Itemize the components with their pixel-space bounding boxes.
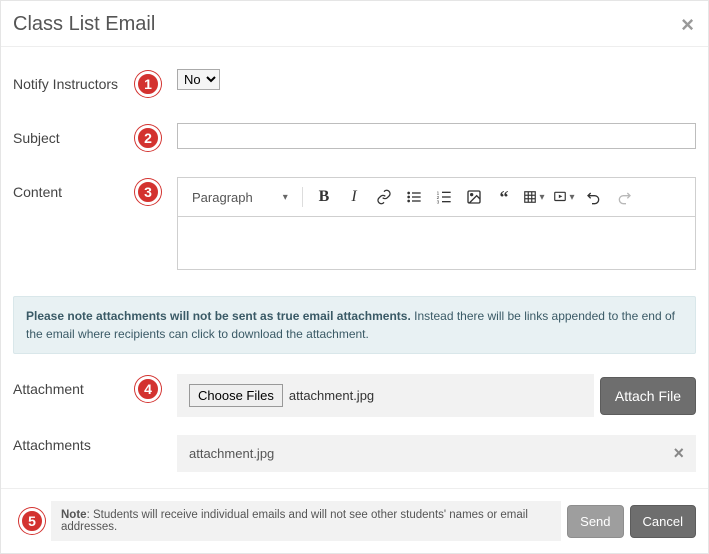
- row-attachments-list: Attachments attachment.jpg ×: [13, 435, 696, 472]
- svg-text:3: 3: [437, 200, 440, 205]
- attachment-item: attachment.jpg ×: [177, 435, 696, 472]
- redo-icon[interactable]: [611, 184, 637, 210]
- class-list-email-modal: Class List Email × Notify Instructors 1 …: [0, 0, 709, 554]
- notify-instructors-label: Notify Instructors: [13, 76, 118, 92]
- send-button[interactable]: Send: [567, 505, 623, 538]
- block-format-value: Paragraph: [192, 190, 253, 205]
- choose-files-button[interactable]: Choose Files: [189, 384, 283, 407]
- subject-input[interactable]: [177, 123, 696, 149]
- callout-badge-2: 2: [135, 125, 161, 151]
- footer-note: Note: Students will receive individual e…: [51, 501, 561, 541]
- modal-footer: 5 Note: Students will receive individual…: [1, 488, 708, 553]
- cancel-button[interactable]: Cancel: [630, 505, 696, 538]
- remove-attachment-icon[interactable]: ×: [673, 443, 684, 464]
- footer-note-rest: : Students will receive individual email…: [61, 509, 528, 533]
- attach-file-button[interactable]: Attach File: [600, 377, 696, 415]
- attachment-note-strong: Please note attachments will not be sent…: [26, 309, 411, 323]
- callout-badge-5: 5: [19, 508, 45, 534]
- media-icon[interactable]: ▾: [551, 184, 577, 210]
- chevron-down-icon: ▾: [539, 192, 544, 203]
- image-icon[interactable]: [461, 184, 487, 210]
- modal-title: Class List Email: [13, 13, 155, 36]
- callout-badge-4: 4: [135, 376, 161, 402]
- footer-note-strong: Note: [61, 509, 87, 521]
- attachments-label: Attachments: [13, 437, 91, 453]
- attachment-note: Please note attachments will not be sent…: [13, 296, 696, 354]
- bullet-list-icon[interactable]: [401, 184, 427, 210]
- callout-badge-1: 1: [135, 71, 161, 97]
- quote-icon[interactable]: “: [491, 184, 517, 210]
- row-content: Content 3 Paragraph ▾ B I: [13, 177, 696, 270]
- chevron-down-icon: ▾: [283, 192, 288, 203]
- modal-body: Notify Instructors 1 No Subject 2 Conten…: [1, 47, 708, 488]
- notify-instructors-select[interactable]: No: [177, 69, 220, 90]
- bold-icon[interactable]: B: [311, 184, 337, 210]
- block-format-select[interactable]: Paragraph ▾: [186, 188, 294, 207]
- editor-toolbar: Paragraph ▾ B I 123: [178, 178, 695, 217]
- attachment-label: Attachment: [13, 381, 84, 397]
- file-chooser: Choose Files attachment.jpg: [177, 374, 594, 417]
- row-notify-instructors: Notify Instructors 1 No: [13, 69, 696, 97]
- callout-badge-3: 3: [135, 179, 161, 205]
- content-label: Content: [13, 184, 62, 200]
- modal-header: Class List Email ×: [1, 1, 708, 47]
- link-icon[interactable]: [371, 184, 397, 210]
- content-textarea[interactable]: [178, 217, 695, 269]
- row-subject: Subject 2: [13, 123, 696, 151]
- close-icon[interactable]: ×: [681, 14, 694, 36]
- numbered-list-icon[interactable]: 123: [431, 184, 457, 210]
- attachment-item-name: attachment.jpg: [189, 446, 274, 461]
- table-icon[interactable]: ▾: [521, 184, 547, 210]
- rich-text-editor: Paragraph ▾ B I 123: [177, 177, 696, 270]
- chevron-down-icon: ▾: [569, 192, 574, 203]
- undo-icon[interactable]: [581, 184, 607, 210]
- row-attachment: Attachment 4 Choose Files attachment.jpg…: [13, 374, 696, 417]
- italic-icon[interactable]: I: [341, 184, 367, 210]
- subject-label: Subject: [13, 130, 60, 146]
- selected-file-name: attachment.jpg: [289, 388, 374, 403]
